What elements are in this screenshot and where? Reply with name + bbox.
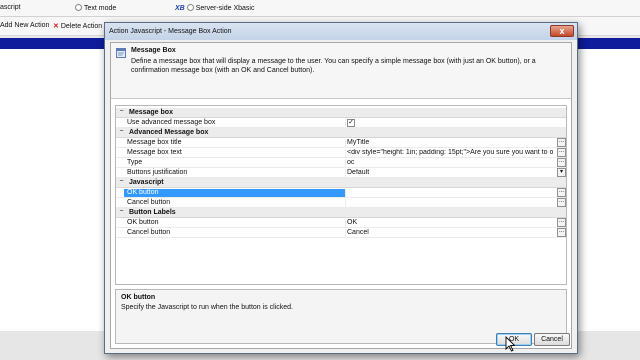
property-grid: − Message box Use advanced message box ✓… <box>115 105 567 285</box>
property-name: Message box text <box>124 149 346 157</box>
property-row-message-box-title[interactable]: Message box title MyTitle ... <box>116 138 566 148</box>
property-name: Cancel button <box>124 229 346 237</box>
property-value[interactable]: MyTitle <box>347 139 553 146</box>
dialog-title: Action Javascript - Message Box Action <box>109 28 232 35</box>
ellipsis-button[interactable]: ... <box>557 138 566 147</box>
radio-icon <box>186 4 194 11</box>
collapse-icon[interactable]: − <box>118 108 125 116</box>
collapse-icon[interactable]: − <box>118 128 125 136</box>
dialog-header: Message Box Define a message box that wi… <box>111 43 571 99</box>
ellipsis-button[interactable]: ... <box>557 188 566 197</box>
ellipsis-button[interactable]: ... <box>557 148 566 157</box>
property-row-use-advanced[interactable]: Use advanced message box ✓ <box>116 118 566 128</box>
section-button-labels[interactable]: − Button Labels <box>116 208 566 218</box>
background-options-bar: ascript Text mode XB Server-side Xbasic <box>0 0 640 17</box>
section-label: Message box <box>129 109 173 116</box>
xbasic-icon: XB <box>175 5 185 12</box>
collapse-icon[interactable]: − <box>118 208 125 216</box>
ellipsis-button[interactable]: ... <box>557 218 566 227</box>
close-button[interactable]: x <box>550 25 574 37</box>
property-name: Buttons justification <box>124 169 346 177</box>
property-name: Message box title <box>124 139 346 147</box>
property-row-cancel-button-label[interactable]: Cancel button Cancel ... <box>116 228 566 238</box>
dropdown-arrow-icon[interactable]: ▾ <box>557 168 566 177</box>
delete-action-button[interactable]: ✕ Delete Action <box>53 22 102 30</box>
property-row-buttons-justification[interactable]: Buttons justification Default ▾ <box>116 168 566 178</box>
server-side-xbasic-option[interactable]: XB Server-side Xbasic <box>175 4 254 12</box>
property-value[interactable]: oc <box>347 159 553 166</box>
property-name: Cancel button <box>124 199 346 207</box>
script-label: ascript <box>0 4 21 11</box>
mouse-cursor-icon <box>505 336 515 352</box>
section-label: Button Labels <box>129 209 176 216</box>
section-message-box[interactable]: − Message box <box>116 108 566 118</box>
property-name: OK button <box>124 219 346 227</box>
delete-action-label: Delete Action <box>60 23 103 30</box>
delete-icon: ✕ <box>53 23 59 30</box>
property-value[interactable]: Cancel <box>347 229 553 236</box>
ellipsis-button[interactable]: ... <box>557 158 566 167</box>
server-side-xbasic-label: Server-side Xbasic <box>195 5 255 12</box>
ellipsis-button[interactable]: ... <box>557 198 566 207</box>
collapse-icon[interactable]: − <box>118 178 125 186</box>
text-mode-label: Text mode <box>84 5 117 12</box>
dialog-titlebar[interactable]: Action Javascript - Message Box Action x <box>105 23 577 40</box>
property-name: OK button <box>124 189 346 197</box>
section-label: Advanced Message box <box>129 129 209 136</box>
message-box-action-dialog: Action Javascript - Message Box Action x… <box>104 22 578 354</box>
text-mode-option[interactable]: Text mode <box>75 4 116 12</box>
dialog-content-panel: Message Box Define a message box that wi… <box>110 42 572 349</box>
property-name: Use advanced message box <box>124 119 346 127</box>
property-row-type[interactable]: Type oc ... <box>116 158 566 168</box>
property-row-ok-button-label[interactable]: OK button OK ... <box>116 218 566 228</box>
property-row-ok-button-javascript[interactable]: OK button ... <box>116 188 566 198</box>
help-text: Specify the Javascript to run when the b… <box>121 304 293 311</box>
section-label: Javascript <box>129 179 164 186</box>
message-box-icon <box>116 48 126 58</box>
property-value[interactable]: OK <box>347 219 553 226</box>
section-advanced-message-box[interactable]: − Advanced Message box <box>116 128 566 138</box>
header-description: Define a message box that will display a… <box>131 58 536 74</box>
radio-icon <box>75 4 82 11</box>
use-advanced-checkbox[interactable]: ✓ <box>347 119 355 127</box>
property-row-cancel-button-javascript[interactable]: Cancel button ... <box>116 198 566 208</box>
header-title: Message Box <box>131 47 176 54</box>
cancel-button[interactable]: Cancel <box>534 333 570 346</box>
property-name: Type <box>124 159 346 167</box>
ellipsis-button[interactable]: ... <box>557 228 566 237</box>
section-javascript[interactable]: − Javascript <box>116 178 566 188</box>
help-title: OK button <box>121 294 156 301</box>
property-value[interactable]: Default <box>347 169 553 176</box>
add-new-action-button[interactable]: Add New Action <box>0 22 49 29</box>
close-icon: x <box>559 26 565 36</box>
property-value[interactable]: <div style="height: 1in; padding: 15pt;"… <box>347 149 553 156</box>
property-row-message-box-text[interactable]: Message box text <div style="height: 1in… <box>116 148 566 158</box>
